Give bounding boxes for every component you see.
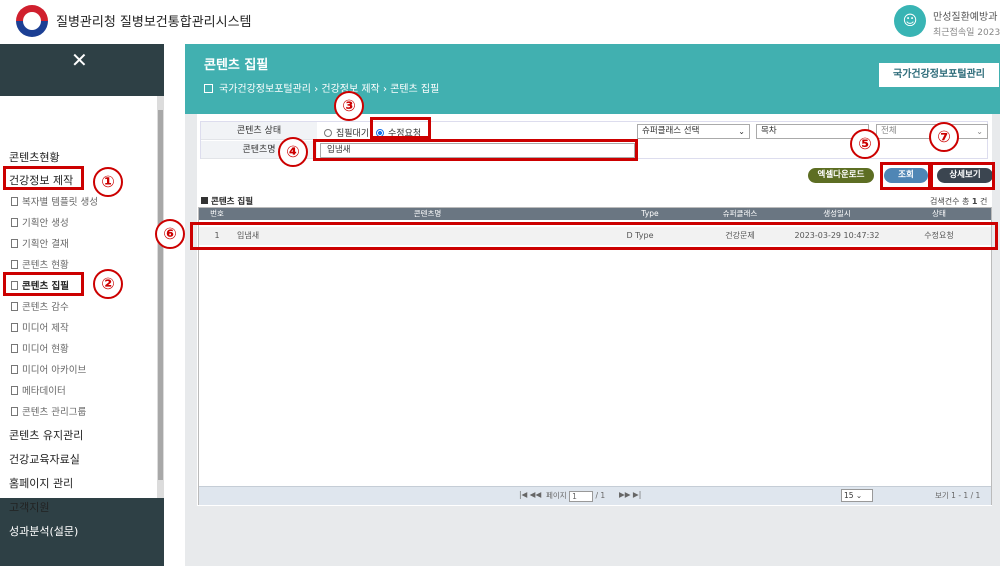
sidebar-item-content-status[interactable]: 콘텐츠현황	[9, 149, 60, 165]
grid-header-cell[interactable]: 번호	[199, 208, 235, 220]
highlight-name-input	[313, 139, 638, 161]
document-icon	[11, 323, 18, 332]
document-icon	[11, 386, 18, 395]
grid-header-cell[interactable]: 생성일시	[787, 208, 887, 220]
superclass-select[interactable]: 슈퍼클래스 선택 ⌄	[637, 124, 750, 139]
breadcrumb: 국가건강정보포털관리 › 건강정보 제작 › 콘텐츠 집필	[204, 80, 439, 95]
document-icon	[11, 407, 18, 416]
chevron-down-icon: ⌄	[976, 127, 983, 136]
annotation-badge-1: ①	[93, 167, 123, 197]
grid-header-cell[interactable]: 슈퍼클래스	[680, 208, 800, 220]
pager-next-last-icons[interactable]: ▶▶ ▶|	[619, 490, 641, 499]
last-login: 최근접속일 2023.0	[933, 28, 1000, 38]
document-icon	[11, 302, 18, 311]
document-icon	[11, 239, 18, 248]
content-grid	[198, 207, 992, 505]
government-logo-icon	[16, 5, 48, 37]
page-number-input[interactable]: 1	[569, 490, 594, 502]
highlight-revision-radio	[370, 117, 431, 139]
highlight-detail-button	[930, 162, 995, 190]
view-range: 보기 1 - 1 / 1	[935, 491, 981, 500]
page-size-select[interactable]: 15 ⌄	[841, 489, 873, 502]
breadcrumb-item[interactable]: 국가건강정보포털관리	[219, 84, 311, 95]
app-title: 질병관리청 질병보건통합관리시스템	[56, 15, 252, 30]
sidebar-item-survey[interactable]: 성과분석(설문)	[9, 523, 78, 539]
highlight-health-info	[3, 166, 84, 190]
chevron-down-icon: ⌄	[738, 127, 745, 136]
document-icon	[11, 260, 18, 269]
user-avatar-icon[interactable]: ☺	[894, 5, 926, 37]
radio-icon[interactable]	[324, 129, 332, 137]
annotation-badge-2: ②	[93, 269, 123, 299]
document-icon	[11, 197, 18, 206]
radio-writing-wait[interactable]: 집필대기	[324, 126, 369, 139]
portal-manage-button[interactable]: 국가건강정보포털관리	[878, 62, 1000, 88]
search-count: 검색건수 총 1 건	[930, 197, 988, 206]
sidebar-sub-plan-create[interactable]: 기획안 생성	[11, 215, 69, 229]
sidebar-item-support[interactable]: 고객지원	[9, 499, 49, 515]
highlight-content-writing	[3, 272, 84, 296]
sidebar-sub-media-status[interactable]: 미디어 현황	[11, 341, 69, 355]
sidebar-sub-plan-approve[interactable]: 기획안 결재	[11, 236, 69, 250]
document-icon	[11, 218, 18, 227]
home-icon[interactable]	[204, 84, 213, 93]
grid-header-cell[interactable]: 상태	[887, 208, 991, 220]
close-icon[interactable]: ✕	[71, 48, 88, 72]
grid-header-cell[interactable]: Type	[620, 208, 680, 220]
page-title: 콘텐츠 집필	[204, 58, 269, 73]
sidebar-scroll-thumb[interactable]	[158, 110, 163, 480]
breadcrumb-item: 콘텐츠 집필	[390, 84, 440, 95]
sidebar-sub-metadata[interactable]: 메타데이터	[11, 383, 66, 397]
sidebar-item-edu-materials[interactable]: 건강교육자료실	[9, 451, 80, 467]
sidebar-item-maintenance[interactable]: 콘텐츠 유지관리	[9, 427, 83, 443]
pager-page: 페이지 1 / 1	[546, 490, 606, 502]
annotation-badge-5: ⑤	[850, 129, 880, 159]
grid-header: 번호 콘텐츠명 Type 슈퍼클래스 생성일시 상태	[199, 208, 991, 220]
annotation-badge-6: ⑥	[155, 219, 185, 249]
status-label: 콘텐츠 상태	[201, 122, 317, 140]
grid-header-cell[interactable]: 콘텐츠명	[235, 208, 620, 220]
highlight-result-row	[190, 222, 998, 250]
annotation-badge-7: ⑦	[929, 122, 959, 152]
user-name: 만성질환예방과	[933, 12, 998, 23]
sidebar-sub-template[interactable]: 복자별 템플릿 생성	[11, 194, 98, 208]
document-icon	[11, 365, 18, 374]
highlight-search-button	[880, 162, 931, 190]
sidebar-sub-content-review[interactable]: 콘텐츠 감수	[11, 299, 69, 313]
grid-pager: |◀ ◀◀ 페이지 1 / 1 ▶▶ ▶| 15 ⌄ 보기 1 - 1 / 1	[199, 486, 991, 505]
sidebar-sub-media-archive[interactable]: 미디어 아카이브	[11, 362, 86, 376]
excel-download-button[interactable]: 엑셀다운로드	[808, 168, 874, 183]
annotation-badge-3: ③	[334, 91, 364, 121]
sidebar-item-homepage[interactable]: 홈페이지 관리	[9, 475, 73, 491]
sidebar-sub-content-group[interactable]: 콘텐츠 관리그룹	[11, 404, 86, 418]
sidebar-sub-media-produce[interactable]: 미디어 제작	[11, 320, 69, 334]
square-bullet-icon	[201, 197, 208, 204]
grid-section-title: 콘텐츠 집필	[201, 195, 253, 207]
annotation-badge-4: ④	[278, 137, 308, 167]
document-icon	[11, 344, 18, 353]
pager-first-prev-icons[interactable]: |◀ ◀◀	[519, 490, 541, 499]
sidebar-sub-content-status[interactable]: 콘텐츠 현황	[11, 257, 69, 271]
